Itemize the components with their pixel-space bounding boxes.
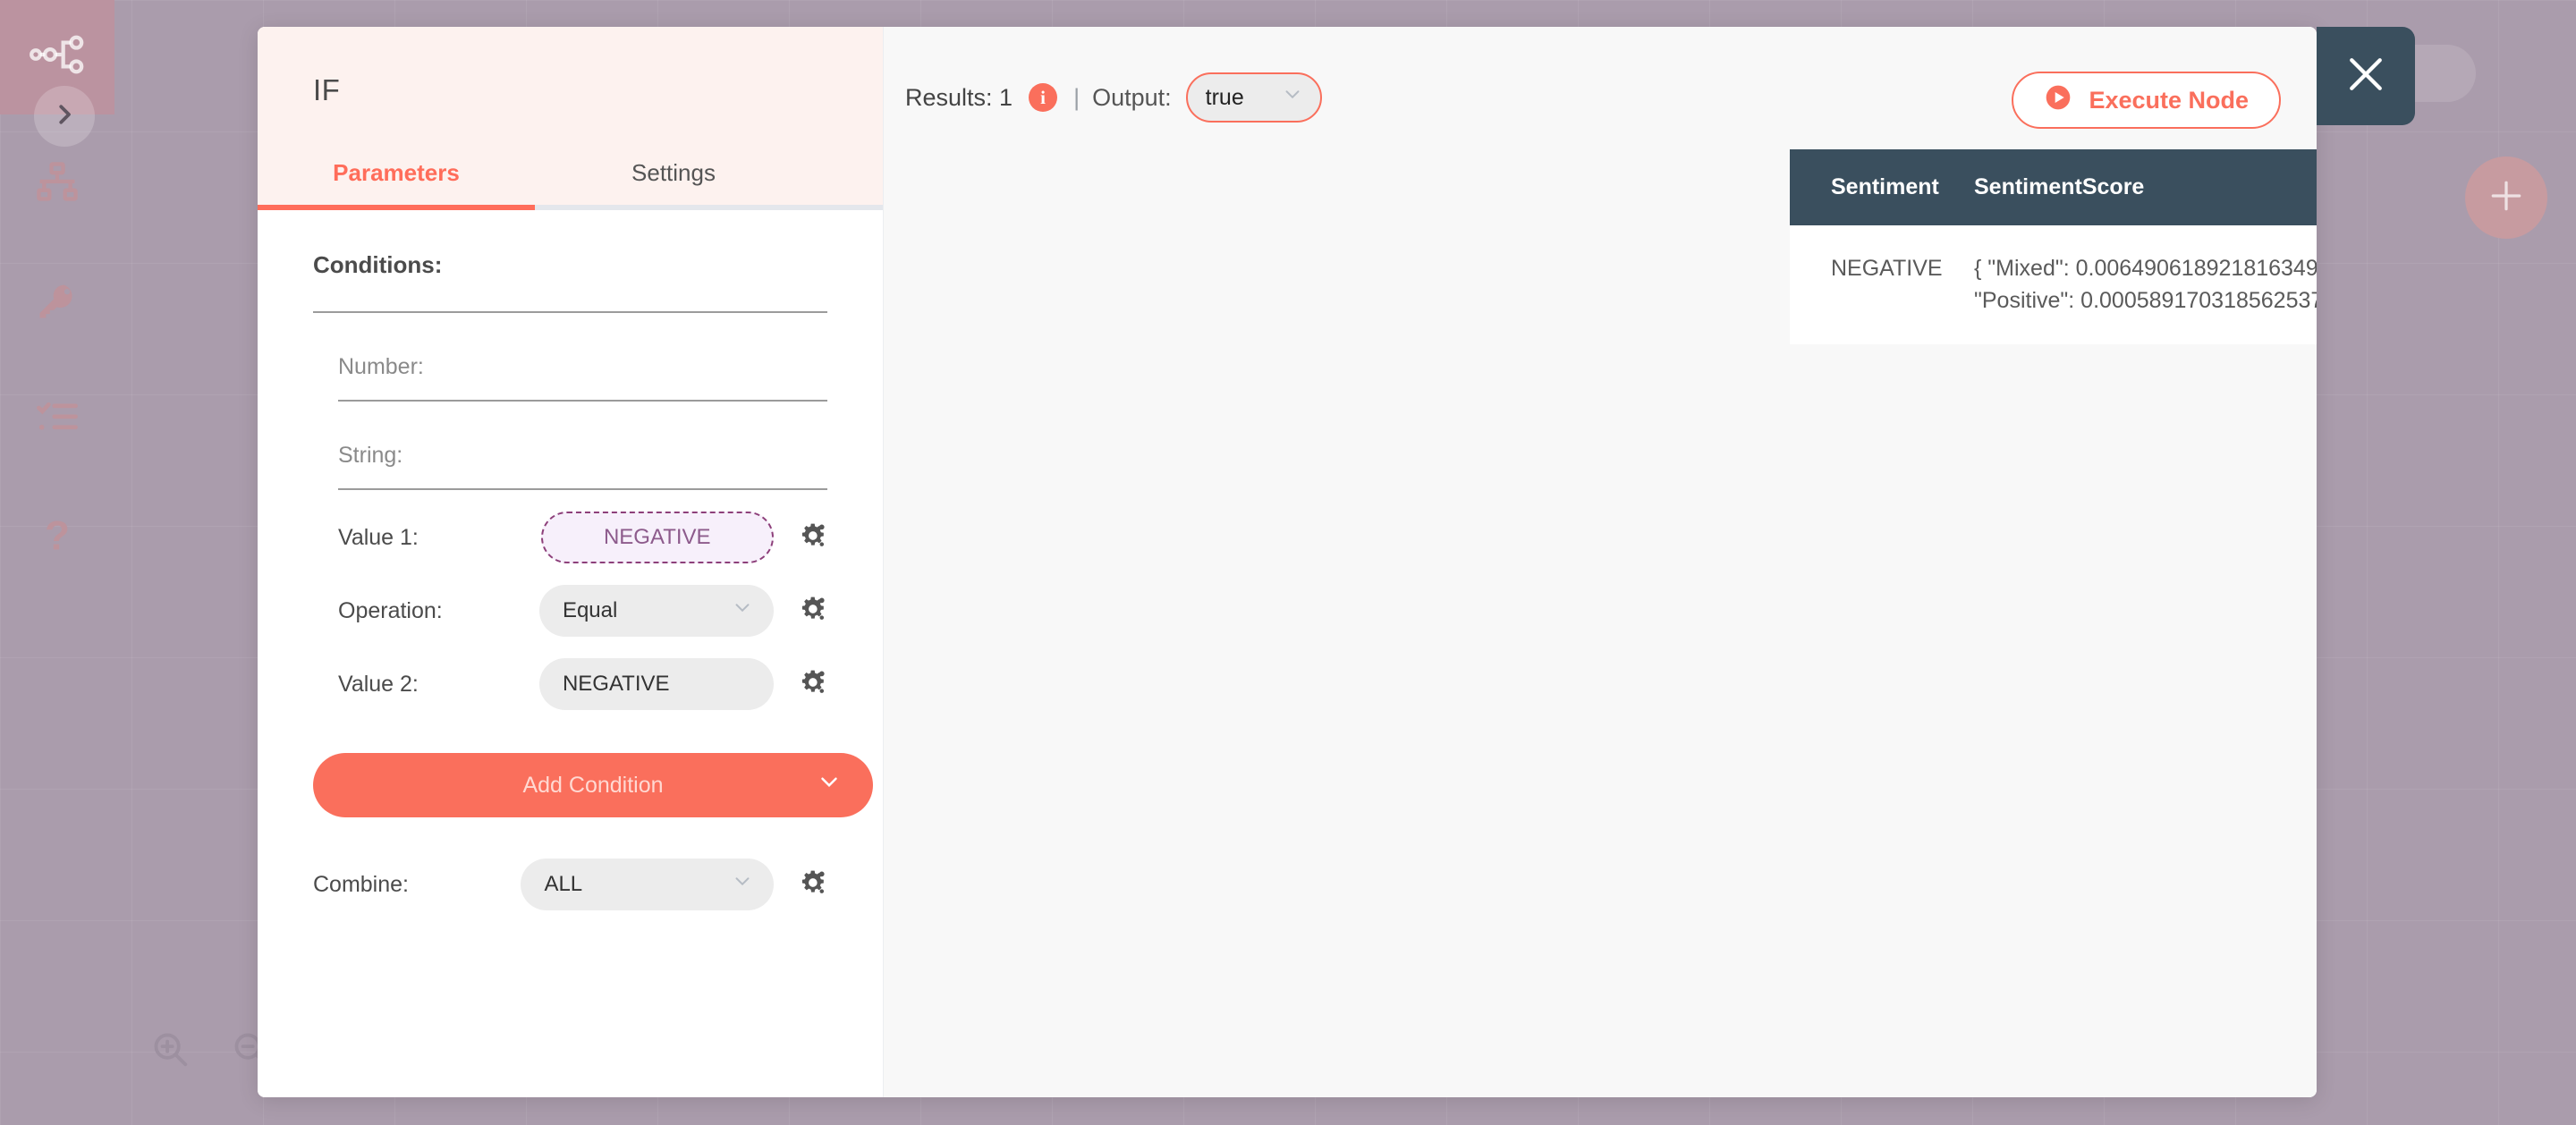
add-condition-label: Add Condition — [522, 772, 664, 798]
tab-active-underline — [258, 205, 535, 210]
output-select[interactable]: true — [1185, 72, 1322, 123]
node-detail-modal: IF Parameters Settings Conditions: Numbe… — [258, 27, 2317, 1097]
chevron-down-icon — [731, 870, 754, 900]
add-node-button[interactable] — [2465, 156, 2547, 239]
field-number-underline — [338, 400, 827, 402]
value2-label: Value 2: — [338, 671, 419, 697]
workflow-icon — [29, 26, 86, 83]
value1-label: Value 1: — [338, 524, 419, 550]
conditions-label: Conditions: — [313, 251, 443, 278]
field-string-label: String: — [338, 443, 403, 468]
sidebar-rail: ? — [0, 0, 114, 1125]
execute-node-label: Execute Node — [2089, 86, 2249, 114]
operation-options-button[interactable] — [797, 594, 827, 629]
results-count: Results: 1 — [905, 83, 1013, 111]
combine-value: ALL — [544, 872, 583, 896]
combine-row: Combine: ALL — [313, 859, 827, 910]
field-string-underline — [338, 488, 827, 490]
results-table: Sentiment SentimentScore NEGATIVE { "Mix… — [1790, 149, 2317, 344]
play-icon — [2044, 83, 2072, 118]
sidebar-item-tasks[interactable] — [0, 364, 114, 473]
value1-input[interactable]: NEGATIVE — [540, 512, 774, 563]
tab-bar: Parameters Settings — [258, 159, 883, 210]
combine-select[interactable]: ALL — [521, 859, 774, 910]
condition-value2-row: Value 2: NEGATIVE — [313, 658, 827, 710]
close-modal-button[interactable] — [2317, 27, 2415, 125]
field-number[interactable]: Number: — [338, 354, 827, 402]
operation-label: Operation: — [338, 597, 443, 623]
chevron-down-icon — [816, 769, 843, 802]
operation-value: Equal — [562, 598, 618, 622]
cell-sentiment: NEGATIVE — [1790, 225, 1965, 344]
tab-settings[interactable]: Settings — [535, 159, 812, 210]
column-header-sentimentscore[interactable]: SentimentScore — [1965, 149, 2317, 225]
zoom-in-button[interactable] — [139, 1019, 201, 1082]
chevron-down-icon — [1281, 83, 1304, 113]
sidebar-item-executions[interactable] — [0, 128, 114, 237]
table-header-row: Sentiment SentimentScore — [1790, 149, 2317, 225]
help-icon: ? — [35, 514, 80, 559]
column-header-sentiment[interactable]: Sentiment — [1790, 149, 1965, 225]
cell-sentimentscore: { "Mixed": 0.006490618921816349, "Negati… — [1965, 225, 2317, 344]
sidebar-item-help[interactable]: ? — [0, 482, 114, 591]
tab-parameters[interactable]: Parameters — [258, 159, 535, 210]
gear-icon — [797, 867, 827, 902]
table-row[interactable]: NEGATIVE { "Mixed": 0.006490618921816349… — [1790, 225, 2317, 344]
parameters-pane: IF Parameters Settings Conditions: Numbe… — [258, 27, 884, 1097]
parameters-header: IF Parameters Settings — [258, 27, 883, 210]
execute-node-button[interactable]: Execute Node — [2012, 72, 2281, 129]
svg-text:?: ? — [45, 514, 70, 559]
results-pane: Results: 1 i | Output: true JSON Table — [884, 27, 2317, 1097]
add-condition-button[interactable]: Add Condition — [313, 753, 873, 817]
combine-label: Combine: — [313, 871, 409, 897]
page-title: IF — [313, 73, 341, 106]
divider — [313, 311, 827, 313]
key-icon — [34, 277, 80, 324]
checklist-icon — [34, 395, 80, 442]
sitemap-icon — [34, 159, 80, 206]
plus-icon — [2487, 176, 2526, 220]
chevron-down-icon — [731, 596, 754, 626]
condition-operation-row: Operation: Equal — [313, 585, 827, 637]
operation-select[interactable]: Equal — [538, 585, 774, 637]
combine-options-button[interactable] — [797, 867, 827, 902]
value2-options-button[interactable] — [797, 667, 827, 702]
close-icon — [2342, 50, 2390, 103]
parameters-body: Conditions: Number: String: Value 1: NEG… — [258, 210, 883, 1097]
field-number-label: Number: — [338, 354, 424, 379]
output-label: Output: — [1092, 83, 1172, 111]
condition-value1-row: Value 1: NEGATIVE — [313, 512, 827, 563]
sidebar-item-credentials[interactable] — [0, 246, 114, 355]
gear-icon — [797, 667, 827, 702]
gear-icon — [797, 520, 827, 555]
field-string[interactable]: String: — [338, 443, 827, 490]
value1-options-button[interactable] — [797, 520, 827, 555]
zoom-in-icon — [149, 1028, 191, 1074]
output-value: true — [1205, 84, 1244, 110]
value2-input[interactable]: NEGATIVE — [538, 658, 774, 710]
gear-icon — [797, 594, 827, 629]
toolbar-divider: | — [1073, 83, 1080, 111]
info-icon[interactable]: i — [1029, 83, 1058, 112]
